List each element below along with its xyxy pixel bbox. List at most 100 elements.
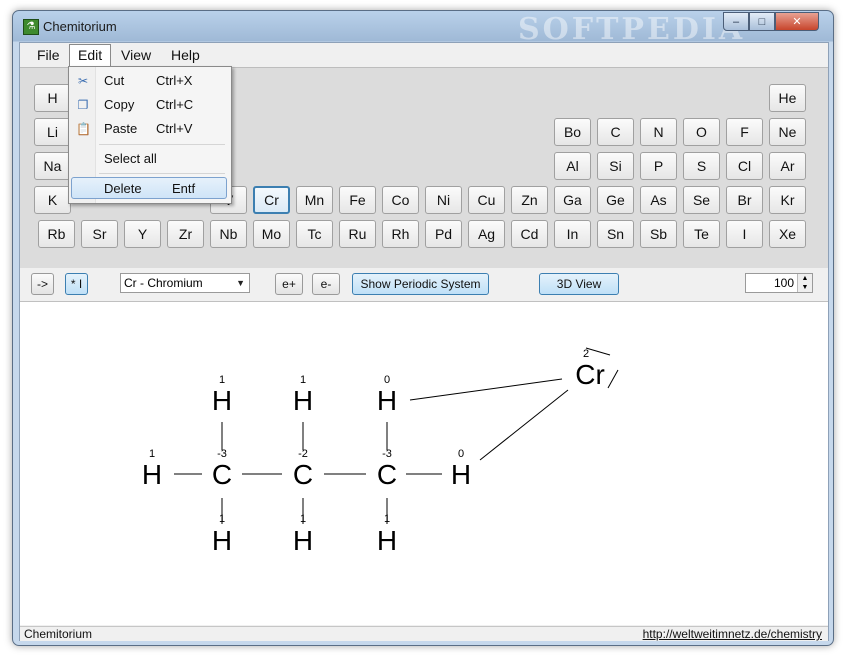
atom-h-top-2[interactable]: H — [293, 385, 313, 416]
element-sb[interactable]: Sb — [640, 220, 677, 248]
menu-help[interactable]: Help — [163, 45, 208, 65]
element-i[interactable]: I — [726, 220, 763, 248]
minimize-button[interactable]: – — [723, 12, 749, 31]
atom-h-bottom-3[interactable]: H — [377, 525, 397, 556]
paste-icon: 📋 — [76, 122, 91, 136]
show-periodic-system-button[interactable]: Show Periodic System — [352, 273, 489, 295]
element-cr[interactable]: Cr — [253, 186, 290, 214]
title-bar[interactable]: ⚗ Chemitorium SOFTPEDIA – □ ✕ — [13, 11, 833, 47]
menu-file[interactable]: File — [29, 45, 68, 65]
element-p[interactable]: P — [640, 152, 677, 180]
menu-item-select-all[interactable]: Select all — [71, 148, 227, 170]
atom-c-1[interactable]: C — [212, 459, 232, 490]
atom-h-top-1[interactable]: H — [212, 385, 232, 416]
status-bar: Chemitorium http://weltweitimnetz.de/che… — [20, 626, 828, 641]
menu-item-paste[interactable]: 📋 Paste Ctrl+V — [71, 118, 227, 140]
element-co[interactable]: Co — [382, 186, 419, 214]
menu-separator — [99, 173, 225, 174]
atom-h-right[interactable]: H — [451, 459, 471, 490]
element-kr[interactable]: Kr — [769, 186, 806, 214]
chevron-down-icon: ▼ — [236, 278, 245, 288]
window-title: Chemitorium — [43, 19, 117, 34]
element-tc[interactable]: Tc — [296, 220, 333, 248]
element-xe[interactable]: Xe — [769, 220, 806, 248]
element-k[interactable]: K — [34, 186, 71, 214]
element-te[interactable]: Te — [683, 220, 720, 248]
maximize-button[interactable]: □ — [749, 12, 775, 31]
element-na[interactable]: Na — [34, 152, 71, 180]
element-cu[interactable]: Cu — [468, 186, 505, 214]
electron-remove-button[interactable]: e- — [312, 273, 340, 295]
electron-add-button[interactable]: e+ — [275, 273, 303, 295]
element-he[interactable]: He — [769, 84, 806, 112]
element-mn[interactable]: Mn — [296, 186, 333, 214]
element-sr[interactable]: Sr — [81, 220, 118, 248]
element-zn[interactable]: Zn — [511, 186, 548, 214]
element-as[interactable]: As — [640, 186, 677, 214]
element-s[interactable]: S — [683, 152, 720, 180]
charge-h-right: 0 — [458, 448, 464, 460]
element-n[interactable]: N — [640, 118, 677, 146]
element-y[interactable]: Y — [124, 220, 161, 248]
element-ga[interactable]: Ga — [554, 186, 591, 214]
element-se[interactable]: Se — [683, 186, 720, 214]
zoom-stepper[interactable]: 100 ▲ ▼ — [745, 273, 813, 293]
app-icon: ⚗ — [23, 19, 39, 35]
menu-item-copy-label: Copy — [104, 97, 135, 112]
menu-edit[interactable]: Edit — [69, 44, 112, 67]
element-pd[interactable]: Pd — [425, 220, 462, 248]
element-ru[interactable]: Ru — [339, 220, 376, 248]
atom-h-left[interactable]: H — [142, 459, 162, 490]
element-fe[interactable]: Fe — [339, 186, 376, 214]
molecule-canvas[interactable]: H H H H C C C H H H H Cr 1 1 0 1 -3 -2 -… — [20, 302, 828, 625]
arrow-button[interactable]: -> — [31, 273, 54, 295]
menu-separator — [99, 144, 225, 145]
element-br[interactable]: Br — [726, 186, 763, 214]
close-button[interactable]: ✕ — [775, 12, 819, 31]
atom-c-2[interactable]: C — [293, 459, 313, 490]
spin-arrows-icon[interactable]: ▲ ▼ — [797, 274, 812, 292]
element-zr[interactable]: Zr — [167, 220, 204, 248]
atom-h-bottom-2[interactable]: H — [293, 525, 313, 556]
charge-h-top-2: 1 — [300, 374, 306, 386]
element-ni[interactable]: Ni — [425, 186, 462, 214]
element-ar[interactable]: Ar — [769, 152, 806, 180]
element-cl[interactable]: Cl — [726, 152, 763, 180]
element-ne[interactable]: Ne — [769, 118, 806, 146]
element-ag[interactable]: Ag — [468, 220, 505, 248]
element-c[interactable]: C — [597, 118, 634, 146]
menu-bar: File Edit View Help — [20, 43, 828, 67]
element-nb[interactable]: Nb — [210, 220, 247, 248]
element-cd[interactable]: Cd — [511, 220, 548, 248]
element-in[interactable]: In — [554, 220, 591, 248]
star-toggle-button[interactable]: * I — [65, 273, 88, 295]
menu-item-cut-label: Cut — [104, 73, 125, 88]
atom-h-top-3[interactable]: H — [377, 385, 397, 416]
element-mo[interactable]: Mo — [253, 220, 290, 248]
website-link[interactable]: http://weltweitimnetz.de/chemistry — [643, 627, 822, 641]
element-rh[interactable]: Rh — [382, 220, 419, 248]
element-si[interactable]: Si — [597, 152, 634, 180]
atom-c-3[interactable]: C — [377, 459, 397, 490]
menu-view[interactable]: View — [113, 45, 159, 65]
3d-view-button[interactable]: 3D View — [539, 273, 619, 295]
menu-item-copy[interactable]: ❐ Copy Ctrl+C — [71, 94, 227, 116]
element-ge[interactable]: Ge — [597, 186, 634, 214]
element-select[interactable]: Cr - Chromium ▼ — [120, 273, 250, 293]
menu-item-delete-label: Delete — [104, 181, 142, 196]
element-select-value: Cr - Chromium — [124, 276, 203, 290]
element-f[interactable]: F — [726, 118, 763, 146]
element-li[interactable]: Li — [34, 118, 71, 146]
charge-h-bottom-1: 1 — [219, 513, 225, 525]
element-rb[interactable]: Rb — [38, 220, 75, 248]
menu-item-delete[interactable]: Delete Entf — [71, 177, 227, 199]
charge-h-left: 1 — [149, 448, 155, 460]
menu-item-cut[interactable]: ✂ Cut Ctrl+X — [71, 70, 227, 92]
element-al[interactable]: Al — [554, 152, 591, 180]
element-o[interactable]: O — [683, 118, 720, 146]
element-h[interactable]: H — [34, 84, 71, 112]
atom-cr[interactable]: Cr — [575, 359, 605, 390]
element-bo[interactable]: Bo — [554, 118, 591, 146]
atom-h-bottom-1[interactable]: H — [212, 525, 232, 556]
element-sn[interactable]: Sn — [597, 220, 634, 248]
